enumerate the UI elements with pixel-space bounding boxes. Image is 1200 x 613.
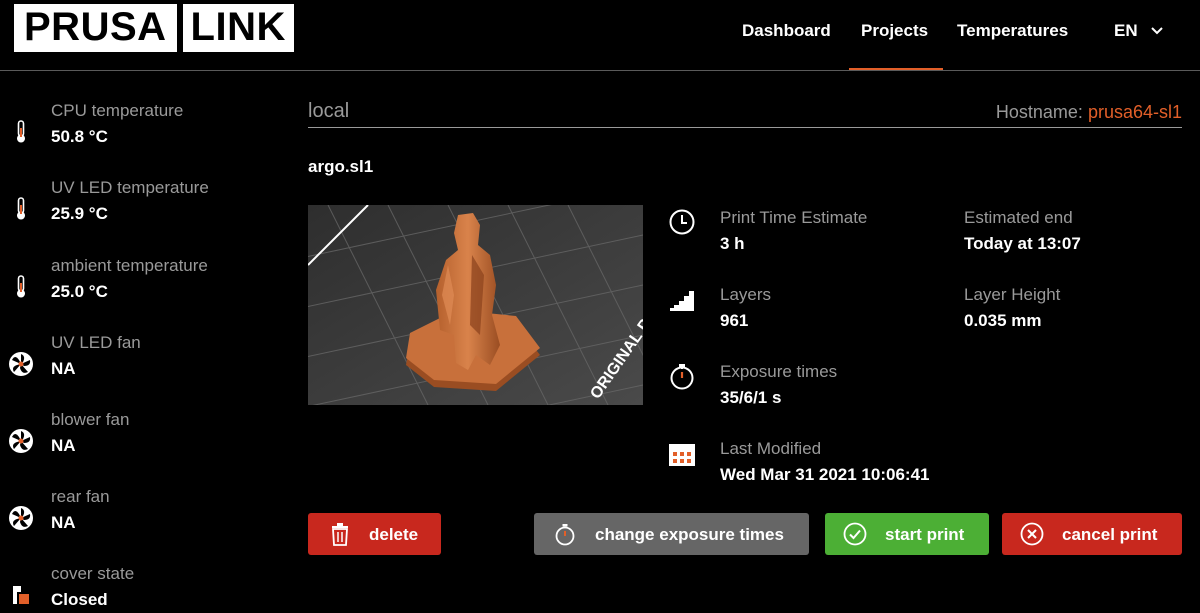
sensor-rear-fan: rear fan NA — [0, 487, 280, 547]
logo-prusa: PRUSA — [14, 4, 177, 52]
nav-projects[interactable]: Projects — [861, 21, 928, 41]
sensor-label: cover state — [51, 564, 135, 583]
layer-height: Layer Height 0.035 mm — [964, 285, 1060, 331]
change-exposure-times-button[interactable]: change exposure times — [534, 513, 809, 555]
meta-value: Today at 13:07 — [964, 234, 1081, 253]
sensor-value: 25.9 °C — [51, 204, 108, 223]
calendar-icon — [669, 444, 695, 466]
project-preview-image: ORIGINAL PRUSA — [308, 205, 643, 405]
detail-label: Last Modified — [720, 439, 822, 458]
sensor-value: NA — [51, 359, 76, 378]
fan-icon — [9, 429, 33, 453]
nav-dashboard[interactable]: Dashboard — [742, 21, 831, 41]
clock-icon — [669, 209, 695, 235]
cover-icon — [13, 586, 29, 604]
sensor-uv-led-fan: UV LED fan NA — [0, 333, 280, 393]
detail-label: Print Time Estimate — [720, 208, 868, 227]
delete-button[interactable]: delete — [308, 513, 441, 555]
detail-label: Exposure times — [720, 362, 838, 381]
nav-temperatures[interactable]: Temperatures — [957, 21, 1068, 41]
sensor-blower-fan: blower fan NA — [0, 410, 280, 470]
preview-render: ORIGINAL PRUSA — [308, 205, 643, 405]
storage-location: local — [308, 100, 350, 122]
check-circle-icon — [843, 522, 867, 546]
sensor-label: UV LED temperature — [51, 178, 209, 197]
location-bar: local Hostname: prusa64-sl1 — [308, 100, 1182, 128]
delete-label: delete — [369, 525, 419, 544]
fan-icon — [9, 506, 33, 530]
layers-icon — [670, 291, 694, 311]
thermometer-icon — [17, 197, 25, 220]
sensor-ambient-temperature: ambient temperature 25.0 °C — [0, 256, 280, 316]
hostname-label: Hostname: — [995, 102, 1088, 122]
sensor-value: Closed — [51, 590, 108, 609]
detail-value: 961 — [720, 311, 749, 330]
sensor-cover-state: cover state Closed — [0, 564, 280, 613]
hostname: Hostname: prusa64-sl1 — [996, 102, 1182, 123]
start-print-button[interactable]: start print — [825, 513, 989, 555]
meta-label: Estimated end — [964, 208, 1073, 227]
detail-value: Wed Mar 31 2021 10:06:41 — [720, 465, 930, 484]
sensor-value: NA — [51, 513, 76, 532]
sensor-label: rear fan — [51, 487, 110, 506]
trash-icon — [332, 523, 348, 546]
meta-value: 0.035 mm — [964, 311, 1042, 330]
estimated-end: Estimated end Today at 13:07 — [964, 208, 1081, 254]
thermometer-icon — [17, 275, 25, 298]
active-tab-indicator — [849, 68, 943, 70]
detail-label: Layers — [720, 285, 772, 304]
sensor-cpu-temperature: CPU temperature 50.8 °C — [0, 101, 280, 161]
hostname-value: prusa64-sl1 — [1087, 102, 1182, 122]
thermometer-icon — [17, 120, 25, 143]
meta-label: Layer Height — [964, 285, 1061, 304]
cancel-print-label: cancel print — [1062, 525, 1158, 544]
sensor-label: blower fan — [51, 410, 130, 429]
fan-icon — [9, 352, 33, 376]
sensor-uv-led-temperature: UV LED temperature 25.9 °C — [0, 178, 280, 238]
cancel-print-button[interactable]: cancel print — [1002, 513, 1182, 555]
sensor-value: NA — [51, 436, 76, 455]
stopwatch-icon — [670, 364, 694, 390]
detail-value: 35/6/1 s — [720, 388, 782, 407]
prusa-link-logo[interactable]: PRUSA LINK — [14, 4, 294, 52]
top-bar: PRUSA LINK Dashboard Projects Temperatur… — [0, 0, 1200, 71]
sensor-label: UV LED fan — [51, 333, 141, 352]
project-filename: argo.sl1 — [308, 157, 374, 176]
detail-value: 3 h — [720, 234, 745, 253]
sensor-value: 50.8 °C — [51, 127, 108, 146]
logo-link: LINK — [182, 4, 294, 52]
close-circle-icon — [1020, 522, 1044, 546]
start-print-label: start print — [885, 525, 965, 544]
sensor-value: 25.0 °C — [51, 282, 108, 301]
change-exposure-label: change exposure times — [595, 525, 784, 544]
chevron-down-icon[interactable] — [1150, 24, 1164, 38]
stopwatch-icon — [555, 524, 575, 546]
sensor-label: ambient temperature — [51, 256, 208, 275]
sensor-sidebar: CPU temperature 50.8 °C UV LED temperatu… — [0, 71, 280, 613]
sensor-label: CPU temperature — [51, 101, 184, 120]
language-selector[interactable]: EN — [1114, 21, 1138, 41]
